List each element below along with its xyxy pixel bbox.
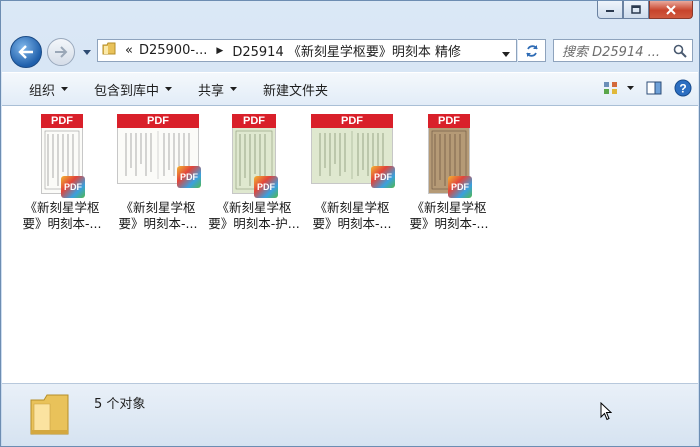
file-item[interactable]: PDF PDF 《新刻星学枢 要》明刻本-... <box>401 114 497 232</box>
forward-button[interactable] <box>47 38 75 66</box>
preview-pane-button[interactable] <box>646 81 662 95</box>
file-name: 《新刻星学枢 要》明刻本-... <box>110 200 206 232</box>
pdf-badge-icon: PDF <box>254 176 278 198</box>
file-name: 《新刻星学枢 要》明刻本-... <box>304 200 400 232</box>
maximize-icon <box>631 5 641 14</box>
file-name-line2: 要》明刻本-... <box>118 216 198 231</box>
pdf-badge-icon: PDF <box>61 176 85 198</box>
pdf-type-label: PDF <box>41 114 83 128</box>
file-name-line1: 《新刻星学枢 <box>314 200 390 215</box>
minimize-icon <box>606 9 614 12</box>
organize-label: 组织 <box>29 83 56 99</box>
address-dropdown-icon[interactable] <box>502 46 510 61</box>
help-button[interactable]: ? <box>674 79 692 97</box>
file-name-line1: 《新刻星学枢 <box>120 200 196 215</box>
file-name: 《新刻星学枢 要》明刻本-... <box>401 200 497 232</box>
pdf-thumbnail: PDF PDF <box>428 114 472 198</box>
arrow-left-icon <box>18 45 33 59</box>
file-item[interactable]: PDF PDF 《新刻星学枢 要》明刻本-... <box>304 114 400 232</box>
caption-buttons <box>597 1 693 19</box>
view-grid-icon <box>604 82 617 94</box>
folder-icon <box>102 42 116 59</box>
maximize-button[interactable] <box>623 1 649 19</box>
search-placeholder: 搜索 D25914 ... <box>562 45 661 60</box>
breadcrumb-separator-icon[interactable]: ▶ <box>216 46 223 56</box>
chevron-down-icon <box>230 87 238 91</box>
new-folder-label: 新建文件夹 <box>263 83 329 99</box>
file-item[interactable]: PDF PDF 《新刻星学枢 要》明刻本-护... <box>206 114 302 232</box>
search-box[interactable]: 搜索 D25914 ... <box>553 39 693 62</box>
refresh-icon <box>525 44 538 57</box>
file-list[interactable]: PDF PDF 《新刻星学枢 要》明刻本-... PDF PDF 《新刻星学枢 <box>2 106 698 383</box>
pdf-type-label: PDF <box>232 114 276 128</box>
close-button[interactable] <box>649 1 693 19</box>
mouse-cursor-icon <box>600 401 613 424</box>
pdf-badge-icon: PDF <box>448 176 472 198</box>
breadcrumb-current[interactable]: D25914 《新刻星学枢要》明刻本 精修 <box>232 41 461 60</box>
file-name-line2: 要》明刻本-... <box>22 216 102 231</box>
svg-text:?: ? <box>679 82 686 96</box>
file-name: 《新刻星学枢 要》明刻本-护... <box>206 200 302 232</box>
back-button[interactable] <box>10 36 42 68</box>
pdf-type-label: PDF <box>428 114 470 128</box>
explorer-window: « D25900-... ▶ D25914 《新刻星学枢要》明刻本 精修 搜索 … <box>0 0 700 447</box>
recent-pages-button[interactable] <box>81 47 93 57</box>
share-menu[interactable]: 共享 <box>198 80 238 99</box>
view-controls: ? <box>591 79 692 97</box>
close-icon <box>666 4 676 15</box>
minimize-button[interactable] <box>597 1 623 19</box>
chevron-down-icon <box>627 86 634 90</box>
file-name-line2: 要》明刻本-... <box>409 216 489 231</box>
file-name-line1: 《新刻星学枢 <box>24 200 100 215</box>
pdf-badge-icon: PDF <box>177 166 201 188</box>
chevron-down-icon <box>61 87 69 91</box>
details-pane: 5 个对象 <box>2 383 698 446</box>
file-name-line1: 《新刻星学枢 <box>216 200 292 215</box>
command-bar: 组织 包含到库中 共享 新建文件夹 ? <box>2 72 698 106</box>
file-name-line1: 《新刻星学枢 <box>411 200 487 215</box>
pdf-type-label: PDF <box>311 114 393 128</box>
address-bar[interactable]: « D25900-... ▶ D25914 《新刻星学枢要》明刻本 精修 <box>97 39 517 62</box>
chevron-down-icon <box>83 49 91 55</box>
pdf-thumbnail: PDF PDF <box>232 114 278 198</box>
pdf-type-label: PDF <box>117 114 199 128</box>
file-item[interactable]: PDF PDF 《新刻星学枢 要》明刻本-... <box>110 114 206 232</box>
include-in-library-label: 包含到库中 <box>94 83 160 99</box>
change-view-button[interactable] <box>603 81 634 95</box>
file-name-line2: 要》明刻本-护... <box>208 216 300 231</box>
pdf-thumbnail: PDF PDF <box>311 114 395 194</box>
item-count: 5 个对象 <box>94 397 146 412</box>
arrow-right-icon <box>55 46 68 58</box>
refresh-button[interactable] <box>518 39 546 62</box>
file-name: 《新刻星学枢 要》明刻本-... <box>14 200 110 232</box>
folder-icon <box>28 390 72 441</box>
breadcrumb-parent[interactable]: D25900-... <box>139 43 207 58</box>
file-name-line2: 要》明刻本-... <box>312 216 392 231</box>
preview-pane-icon <box>646 81 662 95</box>
organize-menu[interactable]: 组织 <box>29 80 69 99</box>
new-folder-button[interactable]: 新建文件夹 <box>263 80 328 99</box>
share-label: 共享 <box>198 83 225 99</box>
pdf-thumbnail: PDF PDF <box>117 114 201 194</box>
file-item[interactable]: PDF PDF 《新刻星学枢 要》明刻本-... <box>14 114 110 232</box>
search-icon[interactable] <box>673 44 687 61</box>
include-in-library-menu[interactable]: 包含到库中 <box>94 80 173 99</box>
breadcrumb-overflow[interactable]: « <box>125 43 133 58</box>
chevron-down-icon <box>165 87 173 91</box>
pdf-thumbnail: PDF PDF <box>41 114 85 198</box>
help-icon: ? <box>674 79 692 97</box>
title-bar <box>1 1 699 31</box>
pdf-badge-icon: PDF <box>371 166 395 188</box>
